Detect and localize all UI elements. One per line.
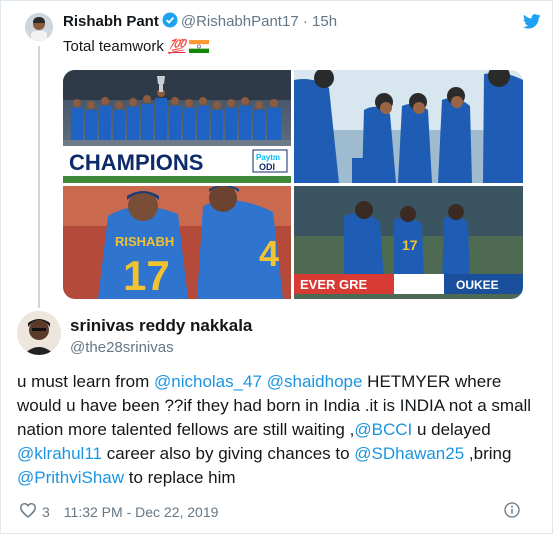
mention-link[interactable]: @PrithviShaw [17,468,124,487]
jersey-name-text: RISHABH [115,234,174,249]
reply-text-segment: ,bring [464,444,512,463]
photo-champions-team[interactable]: CHAMPIONS Paytm ODI [63,70,291,183]
board-right-text: OUKEE [456,278,499,292]
twitter-bird-icon[interactable] [522,14,541,34]
jersey-number-text: 17 [123,252,170,299]
parent-avatar[interactable] [25,13,53,41]
photo-grid: CHAMPIONS Paytm ODI RISHABH 17 4 17 EVER… [63,70,523,299]
separator-dot: · [302,13,308,30]
photo-team-huddle[interactable] [294,70,523,183]
parent-handle[interactable]: @RishabhPant17 [181,13,299,30]
parent-timestamp[interactable]: 15h [312,13,337,30]
reply-timestamp[interactable]: 11:32 PM - Dec 22, 2019 [64,504,219,520]
parent-tweet[interactable]: Rishabh Pant @RishabhPant17 · 15h Total t… [0,0,555,310]
mention-link[interactable]: @BCCI [354,420,412,439]
reply-text-segment: u must learn from [17,372,154,391]
mention-link[interactable]: @SDhawan25 [354,444,464,463]
parent-tweet-text: Total teamwork 💯 [63,38,210,55]
parent-header: Rishabh Pant @RishabhPant17 · 15h [63,12,337,32]
like-count[interactable]: 3 [42,504,50,520]
reply-text-segment: career also by giving chances to [101,444,355,463]
reply-footer: 3 11:32 PM - Dec 22, 2019 [19,502,218,521]
mention-link[interactable]: @klrahul11 [17,444,102,463]
reply-tweet-text: u must learn from @nicholas_47 @shaidhop… [17,370,537,490]
india-flag-icon [189,40,210,53]
heart-icon[interactable] [19,502,37,521]
sponsor-text: Paytm [256,153,280,162]
mention-link[interactable]: @shaidhope [267,372,363,391]
parent-display-name[interactable]: Rishabh Pant [63,13,159,30]
photo-rishabh-jersey[interactable]: RISHABH 17 4 [63,184,291,299]
celebration-jersey-number: 17 [402,237,418,253]
thread-connector-line [38,46,40,308]
champions-banner-text: CHAMPIONS [69,150,203,175]
photo-celebration[interactable]: 17 EVER GRE OUKEE [294,186,523,299]
reply-text-segment: u delayed [412,420,491,439]
reply-avatar[interactable] [17,311,61,355]
board-left-text: EVER GRE [300,277,368,292]
verified-badge-icon [162,12,178,32]
odi-badge-text: ODI [259,162,275,172]
reply-handle[interactable]: @the28srinivas [70,339,174,356]
mention-link[interactable]: @nicholas_47 [154,372,262,391]
info-icon[interactable] [504,502,520,523]
jersey-number-2-text: 4 [259,233,279,274]
parent-text: Total teamwork [63,38,164,55]
hundred-points-emoji: 💯 [168,38,186,54]
reply-display-name[interactable]: srinivas reddy nakkala [70,316,252,336]
reply-text-segment: to replace him [124,468,236,487]
